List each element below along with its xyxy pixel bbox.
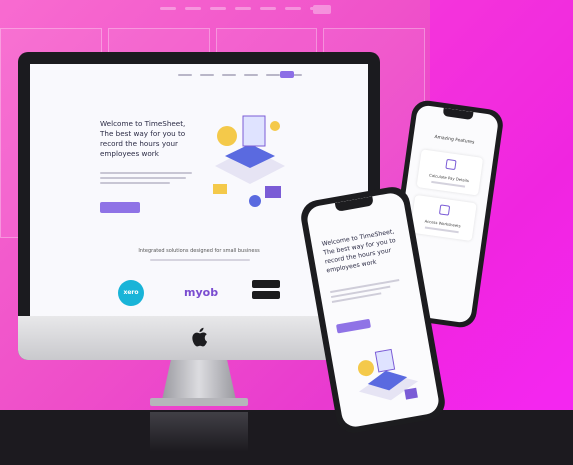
- integrations-subtitle: [150, 259, 250, 261]
- hero-subtext: [100, 172, 192, 187]
- google-play-badge: [252, 291, 280, 299]
- app-store-badge: [252, 280, 280, 288]
- document-icon: [438, 204, 451, 216]
- apple-logo-icon: [192, 327, 207, 347]
- background-nav-button: [313, 5, 331, 14]
- features-title: Amazing Features: [434, 134, 475, 146]
- phone-hero-illustration: [357, 348, 419, 401]
- feature-card[interactable]: Access Worksheets: [410, 194, 477, 242]
- stand-reflection: [150, 412, 248, 452]
- hero-illustration: [213, 115, 285, 207]
- desk-surface: [0, 410, 573, 465]
- site-nav-cta-button[interactable]: [280, 71, 294, 78]
- app-store-badges[interactable]: [252, 280, 280, 302]
- phone-hero-cta-button[interactable]: [335, 318, 372, 334]
- phone-hero-subtext: [330, 279, 402, 306]
- background-nav-links: [160, 7, 326, 10]
- feature-card[interactable]: Calculate Pay Details: [416, 149, 484, 196]
- xero-logo: xero: [118, 280, 144, 306]
- imac-stand-base: [150, 398, 248, 406]
- imac-stand: [162, 360, 236, 400]
- phone-hero-headline: Welcome to TimeSheet, The best way for y…: [321, 228, 397, 275]
- hero-cta-button[interactable]: [100, 202, 140, 213]
- calculator-icon: [445, 158, 457, 171]
- background-navbar: [0, 0, 430, 24]
- site-navbar: [30, 64, 368, 86]
- myob-logo: myob: [184, 286, 219, 299]
- hero-headline: Welcome to TimeSheet, The best way for y…: [100, 119, 186, 158]
